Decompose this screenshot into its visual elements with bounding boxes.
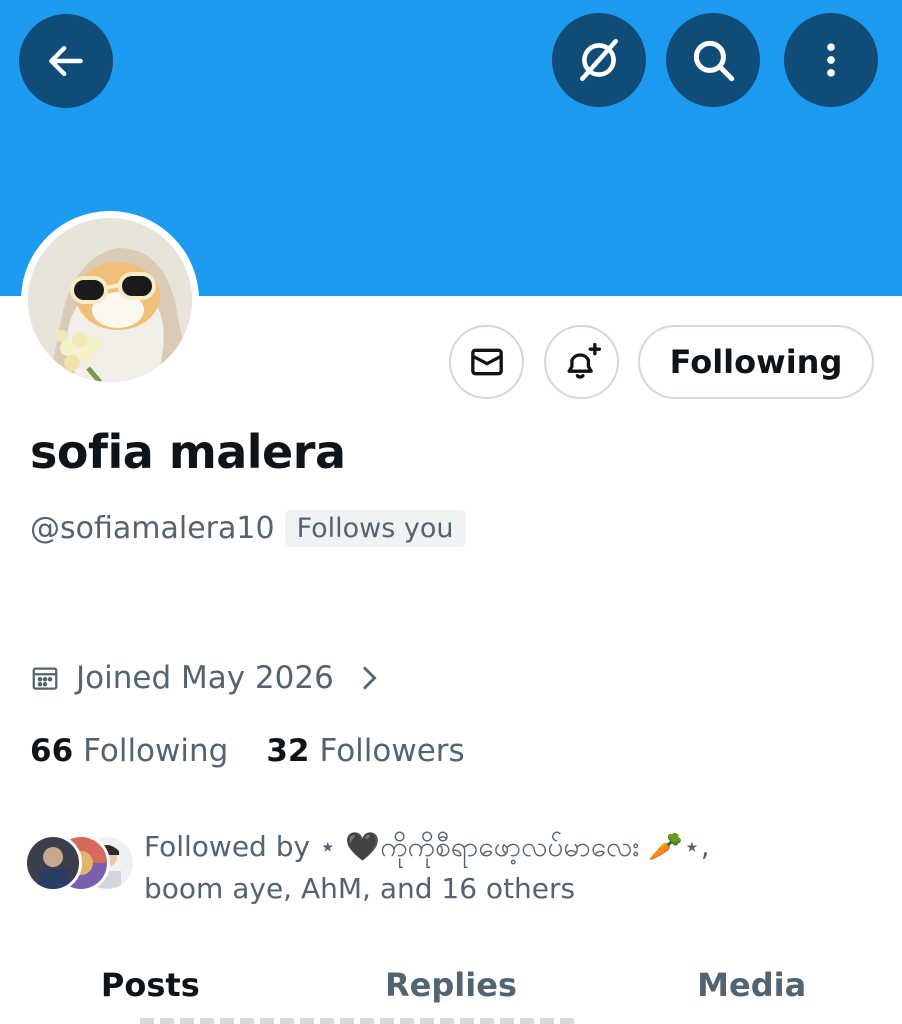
following-label: Following [83,733,229,769]
display-name: sofia malera [30,425,346,479]
arrow-left-icon [49,45,83,77]
followed-by-link[interactable]: Followed by ⋆ 🖤ကိုကိုစီရာဖော့လပ်မာလေး 🥕⋆… [24,826,824,910]
follows-you-badge: Follows you [284,510,466,547]
avatar-image [28,218,192,382]
following-count: 66 [30,733,74,769]
followed-by-avatars [24,834,136,894]
username-handle: @sofiamalera10 [30,511,275,546]
profile-tabs: Posts Replies Media [0,960,902,1024]
joined-date-text: Joined May 2026 [76,660,334,696]
tab-replies[interactable]: Replies [301,960,602,1024]
followers-label: Followers [319,733,465,769]
follow-stats: 66 Following 32 Followers [30,733,465,769]
more-vertical-icon [827,43,835,77]
bell-plus-icon [567,342,601,379]
followed-by-text: Followed by ⋆ 🖤ကိုကိုစီရာဖော့လပ်မာလေး 🥕⋆… [144,826,824,910]
followed-by-line-2: boom aye, AhM, and 16 others [144,872,576,905]
joined-date-link[interactable]: Joined May 2026 [30,660,380,696]
back-button[interactable] [19,14,113,108]
tab-posts[interactable]: Posts [0,960,301,1024]
chevron-right-icon [363,666,377,690]
followers-stat-link[interactable]: 32 Followers [266,733,464,769]
search-icon [693,40,735,82]
handle-row: @sofiamalera10 Follows you [30,510,466,547]
grok-button[interactable] [552,13,646,107]
following-button[interactable]: Following [638,325,874,399]
search-button[interactable] [666,13,760,107]
followed-by-line-1: Followed by ⋆ 🖤ကိုကိုစီရာဖော့လပ်မာလေး 🥕⋆… [144,830,710,863]
followers-count: 32 [266,733,310,769]
notifications-button[interactable] [544,325,619,399]
tab-media[interactable]: Media [601,960,902,1024]
next-content-edge [140,1018,580,1024]
message-button[interactable] [449,325,524,399]
envelope-icon [470,348,503,376]
more-options-button[interactable] [784,13,878,107]
mutual-avatar [24,834,82,892]
grok-icon [580,38,618,82]
profile-avatar[interactable] [21,211,199,389]
following-stat-link[interactable]: 66 Following [30,733,228,769]
calendar-icon [32,667,58,690]
